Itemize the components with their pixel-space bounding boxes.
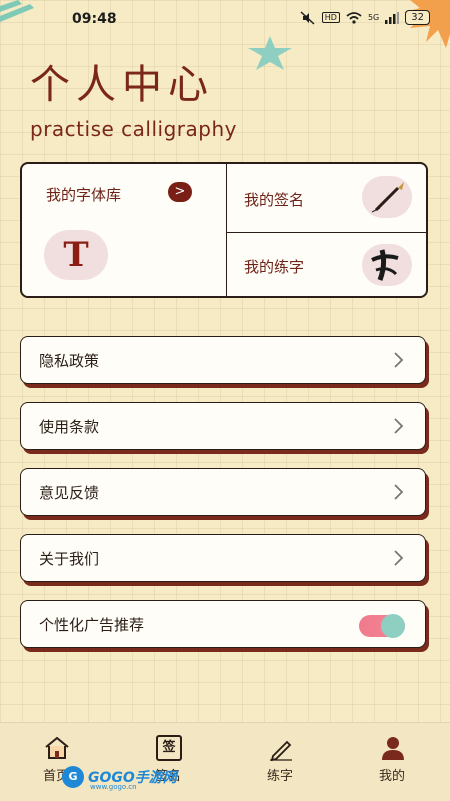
privacy-policy-label: 隐私政策 (39, 352, 100, 370)
feedback-item[interactable]: 意见反馈 (20, 468, 426, 516)
wifi-icon (346, 11, 362, 24)
bottom-tab-bar: 首页 签 签名 练字 我的 (0, 722, 450, 801)
chevron-right-icon (394, 352, 404, 368)
watermark-url: www.gogo.cn (90, 783, 137, 791)
chevron-right-icon (394, 550, 404, 566)
signal-label: 5G (367, 13, 380, 22)
sun-burst-decoration (404, 0, 450, 48)
personalized-ads-item: 个性化广告推荐 (20, 600, 426, 648)
toggle-knob (381, 614, 405, 638)
feature-card: 我的字体库 > T 我的签名 我的练字 (20, 162, 428, 298)
terms-of-use-label: 使用条款 (39, 418, 100, 436)
font-t-icon: T (44, 230, 108, 280)
sign-stamp-icon: 签 (156, 735, 182, 761)
user-icon (382, 737, 404, 760)
chevron-right-icon (394, 418, 404, 434)
signature-card[interactable]: 我的签名 (226, 164, 426, 233)
font-library-card[interactable]: 我的字体库 > T (22, 164, 227, 296)
practice-label: 我的练字 (244, 258, 305, 276)
about-us-label: 关于我们 (39, 550, 100, 568)
terms-of-use-item[interactable]: 使用条款 (20, 402, 426, 450)
personalized-ads-label: 个性化广告推荐 (39, 616, 145, 634)
corner-stripes-decoration (0, 0, 34, 22)
font-icon-letter: T (63, 235, 89, 275)
pencil-icon (270, 740, 292, 761)
about-us-item[interactable]: 关于我们 (20, 534, 426, 582)
font-library-label: 我的字体库 (46, 186, 122, 204)
tab-mine[interactable]: 我的 (352, 729, 432, 784)
battery-indicator: 32 (405, 10, 430, 25)
page-subtitle: practise calligraphy (30, 117, 237, 141)
fountain-pen-icon (362, 176, 412, 218)
signature-label: 我的签名 (244, 191, 305, 209)
star-decoration (248, 36, 292, 70)
watermark-badge: G (62, 766, 84, 788)
mute-icon (300, 10, 315, 25)
practice-card[interactable]: 我的练字 (226, 232, 426, 296)
status-bar: 09:48 HD 5G 32 (0, 0, 450, 48)
tab-practice-label: 练字 (266, 769, 293, 784)
status-time: 09:48 (72, 11, 117, 27)
watermark-logo: G GOGO手游网 www.gogo.cn (62, 766, 177, 791)
brush-calligraphy-icon (362, 244, 412, 286)
signal-icon (385, 11, 400, 24)
hd-indicator: HD (321, 12, 340, 23)
chevron-right-icon[interactable]: > (168, 182, 192, 202)
status-icons: HD 5G 32 (300, 10, 430, 25)
ads-toggle[interactable] (359, 614, 405, 638)
privacy-policy-item[interactable]: 隐私政策 (20, 336, 426, 384)
chevron-right-icon (394, 484, 404, 500)
tab-practice[interactable]: 练字 (240, 729, 320, 784)
home-icon (45, 736, 69, 759)
page-title: 个人中心 (30, 62, 214, 108)
tab-mine-label: 我的 (378, 769, 405, 784)
feedback-label: 意见反馈 (39, 484, 100, 502)
